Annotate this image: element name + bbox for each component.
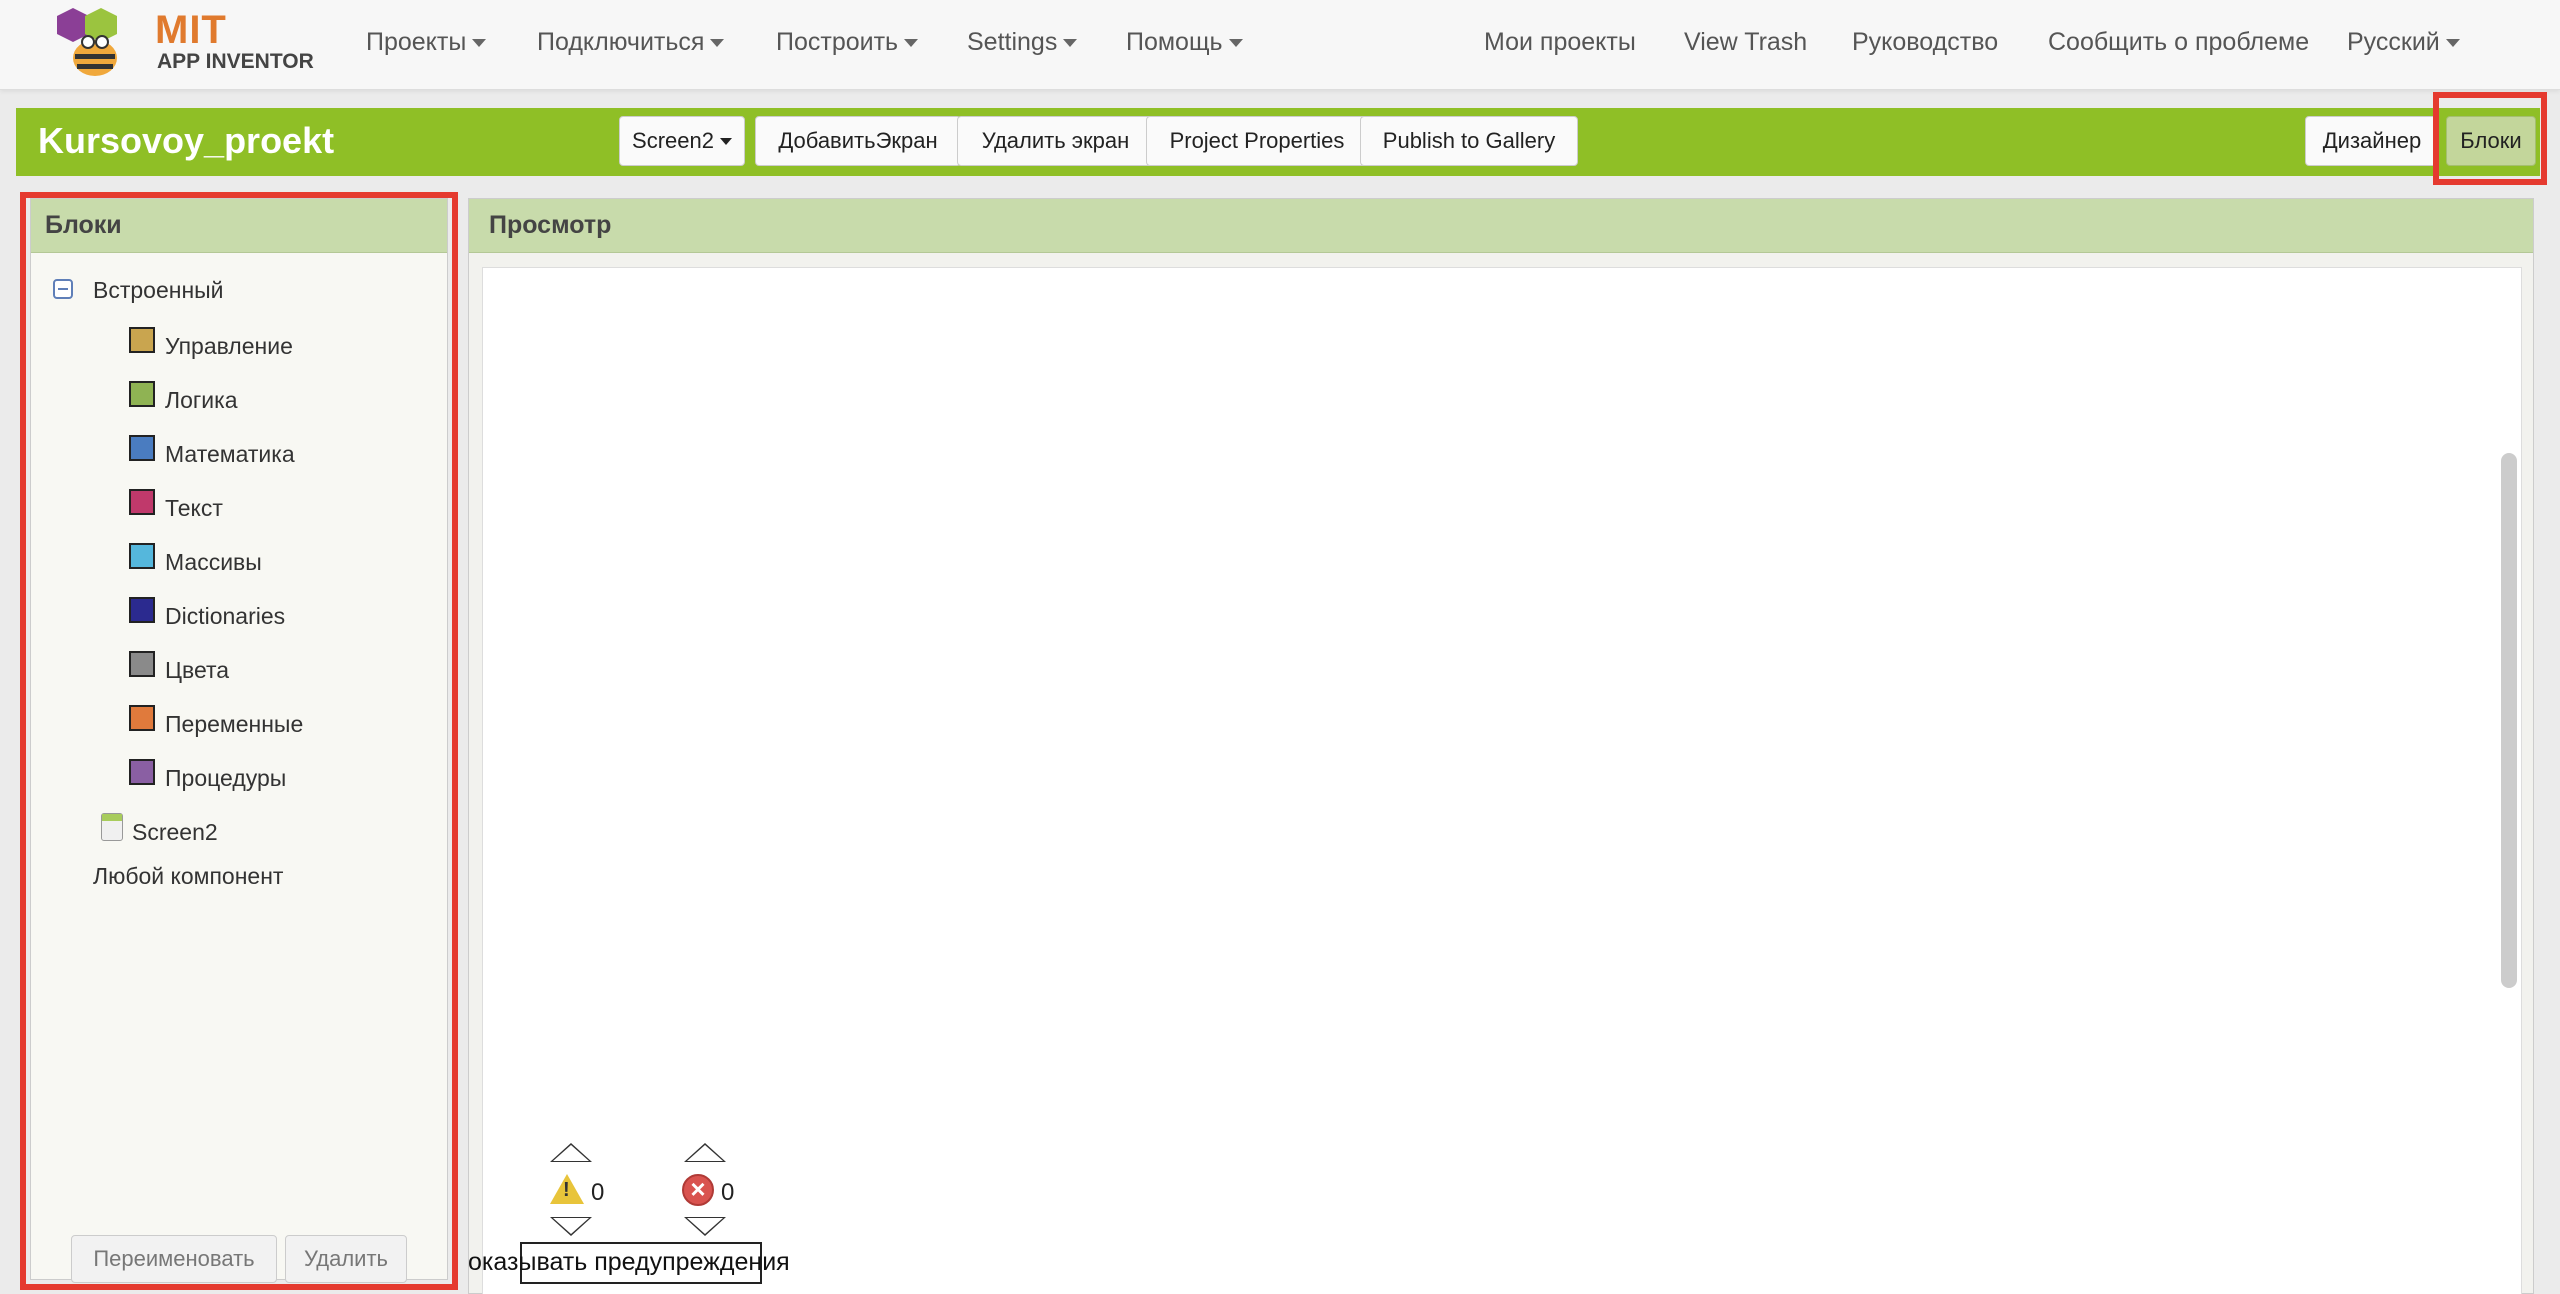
project-properties-button[interactable]: Project Properties	[1146, 116, 1368, 166]
nav-build-label: Построить	[776, 28, 899, 56]
top-navbar: MIT APP INVENTOR Проекты Подключиться По…	[0, 0, 2560, 90]
logo-icon	[57, 8, 117, 76]
nav-settings-label: Settings	[967, 28, 1058, 56]
nav-help-label: Помощь	[1126, 28, 1223, 56]
error-icon: ×	[682, 1174, 714, 1206]
warnings-count: 0	[591, 1179, 605, 1206]
chevron-down-icon	[1228, 39, 1243, 48]
workspace-scrollbar[interactable]	[2501, 453, 2517, 988]
chevron-down-icon	[719, 137, 732, 145]
chevron-down-icon	[1063, 39, 1078, 48]
show-warnings-label[interactable]: оказывать предупреждения	[468, 1248, 790, 1277]
nav-projects-label: Проекты	[366, 28, 467, 56]
warnings-prev-arrow-icon[interactable]	[550, 1143, 592, 1162]
chevron-down-icon	[2445, 39, 2460, 48]
errors-next-arrow-icon[interactable]	[684, 1217, 726, 1236]
chevron-down-icon	[472, 39, 487, 48]
nav-language-menu[interactable]: Русский	[2347, 28, 2460, 57]
chevron-down-icon	[710, 39, 725, 48]
designer-button[interactable]: Дизайнер	[2305, 116, 2439, 166]
nav-projects-menu[interactable]: Проекты	[366, 28, 487, 57]
publish-gallery-button[interactable]: Publish to Gallery	[1360, 116, 1578, 166]
nav-language-label: Русский	[2347, 28, 2440, 56]
add-screen-button[interactable]: ДобавитьЭкран	[755, 116, 961, 166]
blocks-panel-highlight	[20, 192, 458, 1290]
project-toolbar: Kursovoy_proekt Screen2 ДобавитьЭкран Уд…	[16, 108, 2540, 176]
nav-view-trash[interactable]: View Trash	[1684, 28, 1807, 57]
nav-settings-menu[interactable]: Settings	[967, 28, 1078, 57]
chevron-down-icon	[904, 39, 919, 48]
nav-report-problem[interactable]: Сообщить о проблеме	[2048, 28, 2309, 57]
warning-icon: !	[550, 1174, 584, 1204]
nav-my-projects[interactable]: Мои проекты	[1484, 28, 1636, 57]
nav-build-menu[interactable]: Построить	[776, 28, 919, 57]
viewer-panel-title: Просмотр	[469, 199, 2533, 253]
warnings-next-arrow-icon[interactable]	[550, 1217, 592, 1236]
nav-connect-label: Подключиться	[537, 28, 705, 56]
errors-count: 0	[721, 1179, 735, 1206]
logo-mit-text: MIT	[155, 8, 227, 52]
nav-connect-menu[interactable]: Подключиться	[537, 28, 725, 57]
screen-select-button[interactable]: Screen2	[619, 116, 745, 166]
project-title: Kursovoy_proekt	[38, 120, 335, 161]
remove-screen-button[interactable]: Удалить экран	[957, 116, 1154, 166]
app-inventor-logo[interactable]: MIT APP INVENTOR	[55, 4, 315, 84]
viewer-panel: Просмотр	[468, 198, 2534, 1294]
screen-select-label: Screen2	[632, 128, 714, 153]
nav-guide[interactable]: Руководство	[1852, 28, 1998, 57]
nav-help-menu[interactable]: Помощь	[1126, 28, 1243, 57]
logo-app-inventor-text: APP INVENTOR	[157, 50, 314, 73]
blocks-workspace[interactable]	[482, 267, 2522, 1294]
errors-prev-arrow-icon[interactable]	[684, 1143, 726, 1162]
blocks-button-highlight	[2433, 92, 2547, 185]
